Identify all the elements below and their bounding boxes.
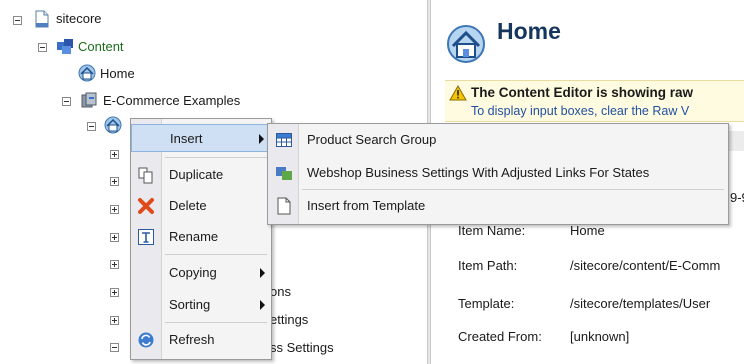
menu-item-label: Rename xyxy=(169,229,219,244)
field-label-created-from: Created From: xyxy=(458,329,542,344)
page-icon xyxy=(277,197,291,215)
expand-toggle[interactable] xyxy=(110,177,119,186)
collapse-toggle-content[interactable] xyxy=(38,43,47,52)
menu-item-insert[interactable]: Insert xyxy=(131,124,271,152)
menu-item-product-search-group[interactable]: Product Search Group xyxy=(268,126,728,154)
tree-item-partial[interactable]: ettings xyxy=(270,312,308,327)
field-label-item-path: Item Path: xyxy=(458,258,518,273)
expand-toggle[interactable] xyxy=(110,205,119,214)
editor-title: Home xyxy=(497,18,561,44)
menu-item-insert-from-template[interactable]: Insert from Template xyxy=(268,192,728,220)
expand-toggle[interactable] xyxy=(110,288,119,297)
collapse-toggle[interactable] xyxy=(110,343,119,352)
home-icon xyxy=(104,116,122,134)
field-value-template: /sitecore/templates/User xyxy=(570,296,711,311)
menu-separator xyxy=(165,157,267,158)
menu-item-delete[interactable]: Delete xyxy=(131,192,271,220)
page-icon xyxy=(35,10,49,28)
menu-separator xyxy=(302,189,724,190)
tree-item-partial[interactable]: ss Settings xyxy=(270,340,334,355)
ecommerce-icon xyxy=(81,92,97,108)
field-value-item-name: Home xyxy=(570,223,605,238)
warning-subtext: To display input boxes, clear the Raw V xyxy=(471,104,690,118)
warning-icon xyxy=(449,85,467,101)
expand-toggle[interactable] xyxy=(110,316,119,325)
expand-toggle[interactable] xyxy=(110,150,119,159)
delete-icon xyxy=(138,198,154,214)
tree-item-partial[interactable]: ons xyxy=(270,284,291,299)
collapse-toggle-ecommerce[interactable] xyxy=(62,97,71,106)
menu-item-label: Insert from Template xyxy=(307,198,426,213)
menu-item-sorting[interactable]: Sorting xyxy=(131,291,271,319)
tree-item-content[interactable]: Content xyxy=(78,39,124,54)
field-label-template: Template: xyxy=(458,296,515,311)
menu-item-label: Copying xyxy=(169,265,217,280)
field-value-created-from: [unknown] xyxy=(570,329,630,344)
expand-toggle[interactable] xyxy=(110,260,119,269)
submenu-arrow-icon xyxy=(260,268,265,278)
warning-title: The Content Editor is showing raw xyxy=(471,85,694,100)
submenu-arrow-icon xyxy=(260,300,265,310)
menu-item-rename[interactable]: Rename xyxy=(131,223,271,251)
rename-icon xyxy=(138,229,154,245)
context-menu: Insert Duplicate Delete Rename Copying S… xyxy=(130,118,272,360)
menu-item-label: Sorting xyxy=(169,297,211,312)
home-icon xyxy=(447,25,485,63)
tree-item-ecommerce-examples[interactable]: E-Commerce Examples xyxy=(103,93,240,108)
menu-item-label: Refresh xyxy=(169,332,215,347)
menu-item-refresh[interactable]: Refresh xyxy=(131,326,271,354)
menu-item-label: Product Search Group xyxy=(307,132,437,147)
menu-separator xyxy=(165,322,267,323)
tree-item-home[interactable]: Home xyxy=(100,66,135,81)
field-label-item-name: Item Name: xyxy=(458,223,526,238)
menu-item-webshop-business-settings[interactable]: Webshop Business Settings With Adjusted … xyxy=(268,159,728,187)
menu-item-label: Webshop Business Settings With Adjusted … xyxy=(307,165,650,180)
expand-toggle[interactable] xyxy=(110,233,119,242)
content-icon xyxy=(57,39,73,54)
item-id-partial: 9-9 xyxy=(730,190,744,205)
menu-item-label: Duplicate xyxy=(169,167,224,182)
submenu-arrow-icon xyxy=(259,134,264,144)
menu-item-label: Delete xyxy=(169,198,207,213)
menu-item-label: Insert xyxy=(170,131,203,146)
settings-icon xyxy=(276,167,292,180)
grid-icon xyxy=(276,133,292,147)
menu-separator xyxy=(165,254,267,255)
field-value-item-path: /sitecore/content/E-Comm xyxy=(570,258,721,273)
menu-item-duplicate[interactable]: Duplicate xyxy=(131,161,271,189)
tree-item-sitecore[interactable]: sitecore xyxy=(56,11,102,26)
collapse-toggle-sitecore[interactable] xyxy=(13,16,22,25)
collapse-toggle-selected-home[interactable] xyxy=(87,122,96,131)
refresh-icon xyxy=(138,332,154,348)
home-icon xyxy=(78,64,96,82)
duplicate-icon xyxy=(138,167,153,184)
menu-item-copying[interactable]: Copying xyxy=(131,259,271,287)
insert-submenu: Product Search Group Webshop Business Se… xyxy=(267,123,729,225)
